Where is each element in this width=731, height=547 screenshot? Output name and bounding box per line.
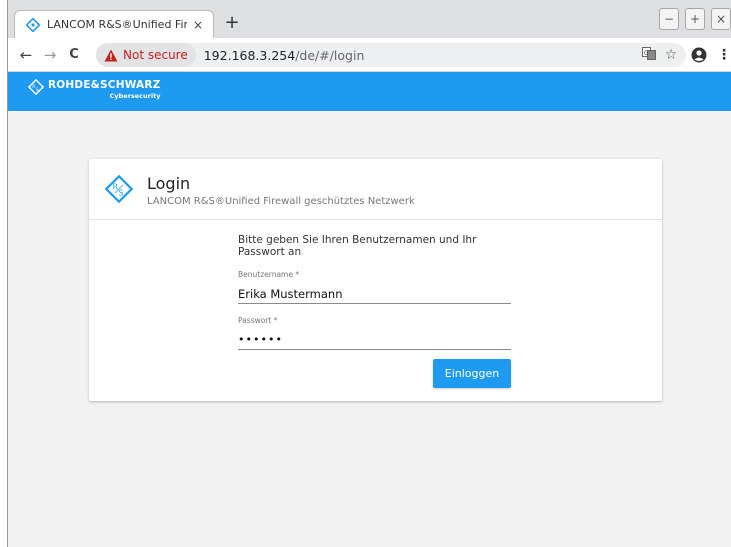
url-text[interactable]: 192.168.3.254/de/#/login xyxy=(204,48,365,63)
password-label: Passwort * xyxy=(238,316,278,325)
browser-window: LANCOM R&S®Unified Firewall × + − + × ← … xyxy=(7,0,731,547)
login-card: R S Login LANCOM R&S®Unified Firewall ge… xyxy=(89,159,662,401)
svg-text:S: S xyxy=(36,87,39,93)
rs-diamond-favicon-icon xyxy=(25,17,41,33)
browser-toolbar: ← → C Not secure 192.168.3.254/de/#/logi… xyxy=(8,38,731,72)
browser-tab[interactable]: LANCOM R&S®Unified Firewall × xyxy=(14,10,214,38)
rs-diamond-logo-icon: R S xyxy=(28,79,44,95)
forward-button[interactable]: → xyxy=(41,46,59,64)
reload-button[interactable]: C xyxy=(65,47,83,62)
password-input[interactable] xyxy=(238,330,511,350)
back-button[interactable]: ← xyxy=(17,46,35,64)
svg-text:G: G xyxy=(644,50,649,57)
address-bar-actions: G ☆ xyxy=(638,43,682,67)
minimize-button[interactable]: − xyxy=(659,8,679,30)
close-window-button[interactable]: × xyxy=(711,8,731,30)
tab-strip: LANCOM R&S®Unified Firewall × + − + × xyxy=(8,0,731,38)
security-chip[interactable]: Not secure xyxy=(96,43,196,67)
username-label: Benutzername * xyxy=(238,270,300,279)
site-header: R S ROHDE&SCHWARZ Cybersecurity xyxy=(8,72,731,111)
brand-name: ROHDE&SCHWARZ xyxy=(48,79,161,91)
translate-icon[interactable]: G xyxy=(638,47,660,63)
svg-text:S: S xyxy=(119,189,124,198)
brand-subtitle: Cybersecurity xyxy=(109,92,161,100)
rs-diamond-logo-icon: R S xyxy=(104,174,134,204)
login-button[interactable]: Einloggen xyxy=(433,359,511,388)
tab-title: LANCOM R&S®Unified Firewall xyxy=(47,18,187,31)
username-field: Benutzername * xyxy=(238,270,511,304)
new-tab-button[interactable]: + xyxy=(222,13,242,33)
bookmark-star-icon[interactable]: ☆ xyxy=(660,47,682,63)
profile-avatar-icon[interactable] xyxy=(691,47,707,63)
password-field: Passwort * xyxy=(238,316,511,350)
browser-menu-icon[interactable]: ⋮ xyxy=(717,47,731,63)
login-card-header: R S Login LANCOM R&S®Unified Firewall ge… xyxy=(89,159,662,220)
url-path: /de/#/login xyxy=(295,47,365,63)
warning-triangle-icon xyxy=(104,49,118,61)
toolbar-actions: ⋮ xyxy=(691,38,731,72)
address-bar[interactable]: Not secure 192.168.3.254/de/#/login G ☆ xyxy=(96,43,686,67)
login-title: Login xyxy=(147,174,191,193)
username-input[interactable] xyxy=(238,284,511,304)
not-secure-label: Not secure xyxy=(123,48,188,62)
login-subtitle: LANCOM R&S®Unified Firewall geschütztes … xyxy=(147,196,415,207)
tab-close-button[interactable]: × xyxy=(191,18,205,32)
maximize-button[interactable]: + xyxy=(685,8,705,30)
url-host: 192.168.3.254 xyxy=(203,47,296,63)
login-instructions: Bitte geben Sie Ihren Benutzernamen und … xyxy=(238,234,477,258)
brand-logo: R S ROHDE&SCHWARZ Cybersecurity xyxy=(28,79,160,100)
